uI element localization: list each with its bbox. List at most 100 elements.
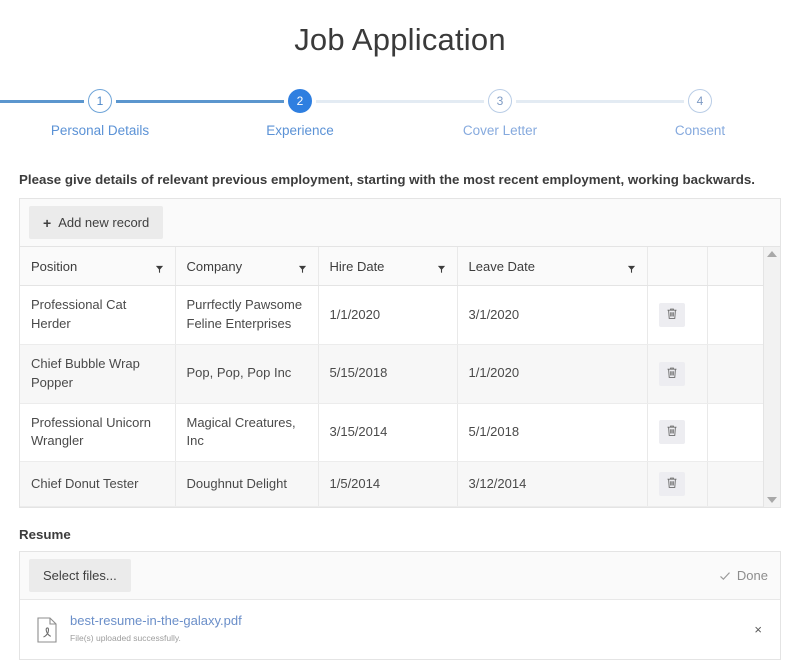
column-header-spacer xyxy=(707,247,763,287)
column-header-leave-date[interactable]: Leave Date xyxy=(457,247,648,287)
step-label-1[interactable]: Personal Details xyxy=(51,123,149,138)
scroll-down-arrow-icon[interactable] xyxy=(767,497,777,504)
step-label-2[interactable]: Experience xyxy=(266,123,334,138)
column-header-position[interactable]: Position xyxy=(20,247,176,287)
resume-label: Resume xyxy=(19,527,71,543)
add-new-record-label: Add new record xyxy=(58,215,150,231)
cell-spacer xyxy=(707,461,763,508)
connector-right xyxy=(316,99,400,103)
column-label: Hire Date xyxy=(329,258,385,274)
check-icon xyxy=(719,570,731,582)
step-connector-row: 3 xyxy=(400,88,600,114)
resume-upload: Select files... Done best-resume-in-the-… xyxy=(19,551,781,660)
add-new-record-button[interactable]: + Add new record xyxy=(29,206,164,240)
cell-hire-date: 3/15/2014 xyxy=(318,403,458,463)
cell-position: Professional Cat Herder xyxy=(20,285,176,345)
delete-row-button[interactable] xyxy=(658,303,685,328)
grid-toolbar: + Add new record xyxy=(20,199,780,248)
step-circle-3[interactable]: 3 xyxy=(488,89,512,114)
grid-main: Position Company Hire Date Leave Date Pr… xyxy=(20,247,763,508)
column-header-company[interactable]: Company xyxy=(175,247,319,287)
cell-spacer xyxy=(707,403,763,463)
step-connector-row: 1 xyxy=(0,88,200,114)
cell-position: Chief Donut Tester xyxy=(20,461,176,508)
cell-spacer xyxy=(707,344,763,404)
step-experience[interactable]: 2 Experience xyxy=(200,88,400,138)
step-connector-row: 4 xyxy=(600,88,800,114)
cell-delete xyxy=(647,344,708,404)
connector-left xyxy=(0,99,84,103)
experience-instruction: Please give details of relevant previous… xyxy=(19,172,755,188)
cell-delete xyxy=(647,461,708,508)
column-label: Leave Date xyxy=(468,258,536,274)
table-row[interactable]: Professional Unicorn Wrangler Magical Cr… xyxy=(20,403,763,463)
filter-icon[interactable] xyxy=(155,262,164,273)
remove-file-button[interactable]: × xyxy=(748,622,768,637)
connector-right xyxy=(116,99,200,103)
cell-delete xyxy=(647,285,708,345)
cell-position: Professional Unicorn Wrangler xyxy=(20,403,176,463)
table-row[interactable]: Chief Donut Tester Doughnut Delight 1/5/… xyxy=(20,461,763,508)
step-circle-1[interactable]: 1 xyxy=(88,89,112,114)
cell-leave-date: 3/12/2014 xyxy=(457,461,648,508)
connector-left xyxy=(400,99,484,103)
step-connector-row: 2 xyxy=(200,88,400,114)
trash-icon xyxy=(666,366,678,382)
column-header-hire-date[interactable]: Hire Date xyxy=(318,247,458,287)
connector-left xyxy=(200,99,284,103)
cell-company: Pop, Pop, Pop Inc xyxy=(175,344,319,404)
uploaded-file-info: best-resume-in-the-galaxy.pdf File(s) up… xyxy=(70,613,748,646)
upload-status-label: Done xyxy=(736,568,768,584)
select-files-button[interactable]: Select files... xyxy=(29,559,131,593)
delete-row-button[interactable] xyxy=(658,472,685,497)
filter-icon[interactable] xyxy=(627,262,636,273)
step-label-3[interactable]: Cover Letter xyxy=(463,123,537,138)
cell-spacer xyxy=(707,285,763,345)
connector-left xyxy=(600,99,684,103)
experience-grid: + Add new record Position Company Hire D… xyxy=(19,198,781,509)
cell-leave-date: 3/1/2020 xyxy=(457,285,648,345)
column-label: Position xyxy=(31,258,78,274)
cell-hire-date: 1/5/2014 xyxy=(318,461,458,508)
pdf-file-icon xyxy=(36,617,58,643)
page-title: Job Application xyxy=(294,22,506,57)
uploaded-file-caption: File(s) uploaded successfully. xyxy=(70,633,181,644)
cell-hire-date: 5/15/2018 xyxy=(318,344,458,404)
plus-icon: + xyxy=(43,214,52,231)
filter-icon[interactable] xyxy=(437,262,446,273)
cell-company: Purrfectly Pawsome Feline Enterprises xyxy=(175,285,319,345)
step-circle-4[interactable]: 4 xyxy=(688,89,712,114)
step-personal-details[interactable]: 1 Personal Details xyxy=(0,88,200,138)
cell-delete xyxy=(647,403,708,463)
upload-header: Select files... Done xyxy=(20,552,780,601)
cell-leave-date: 1/1/2020 xyxy=(457,344,648,404)
trash-icon xyxy=(666,424,678,440)
cell-position: Chief Bubble Wrap Popper xyxy=(20,344,176,404)
cell-leave-date: 5/1/2018 xyxy=(457,403,648,463)
grid-body: Position Company Hire Date Leave Date Pr… xyxy=(20,247,780,508)
table-row[interactable]: Professional Cat Herder Purrfectly Pawso… xyxy=(20,285,763,345)
cell-company: Magical Creatures, Inc xyxy=(175,403,319,463)
scroll-up-arrow-icon[interactable] xyxy=(767,251,777,258)
uploaded-file-row: best-resume-in-the-galaxy.pdf File(s) up… xyxy=(20,600,780,660)
upload-status: Done xyxy=(719,568,768,583)
step-cover-letter[interactable]: 3 Cover Letter xyxy=(400,88,600,138)
step-label-4[interactable]: Consent xyxy=(675,123,725,138)
grid-vertical-scrollbar[interactable] xyxy=(763,247,780,508)
uploaded-file-link[interactable]: best-resume-in-the-galaxy.pdf xyxy=(70,613,748,628)
trash-icon xyxy=(666,476,678,492)
connector-right xyxy=(516,99,600,103)
column-header-delete xyxy=(647,247,708,287)
step-consent[interactable]: 4 Consent xyxy=(600,88,800,138)
table-header-row: Position Company Hire Date Leave Date xyxy=(20,247,763,287)
stepper: 1 Personal Details 2 Experience 3 Cover … xyxy=(0,88,800,138)
step-circle-2[interactable]: 2 xyxy=(288,89,312,114)
delete-row-button[interactable] xyxy=(658,420,685,445)
cell-company: Doughnut Delight xyxy=(175,461,319,508)
filter-icon[interactable] xyxy=(298,262,307,273)
trash-icon xyxy=(666,307,678,323)
column-label: Company xyxy=(186,258,243,274)
cell-hire-date: 1/1/2020 xyxy=(318,285,458,345)
delete-row-button[interactable] xyxy=(658,361,685,386)
table-row[interactable]: Chief Bubble Wrap Popper Pop, Pop, Pop I… xyxy=(20,344,763,404)
